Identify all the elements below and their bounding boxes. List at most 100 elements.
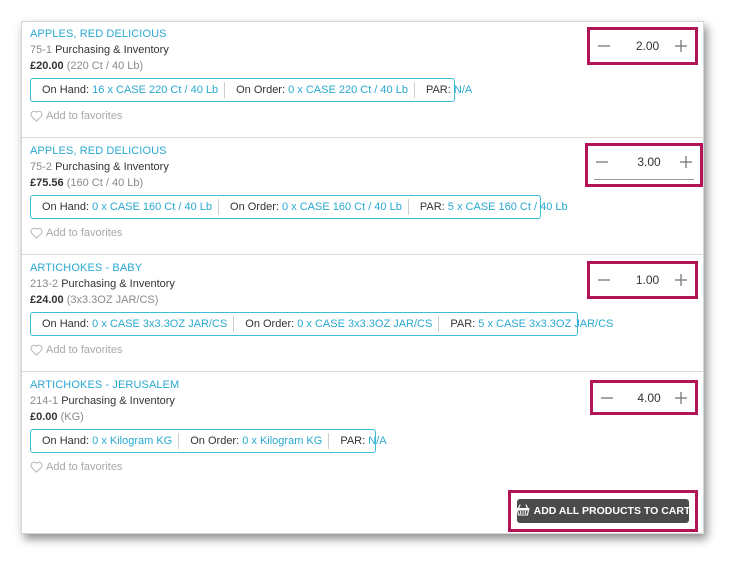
add-to-favorites-label: Add to favorites: [46, 110, 123, 122]
product-price-line: £0.00 (KG): [30, 411, 84, 423]
product-code: 213-2: [30, 278, 59, 290]
product-category: Purchasing & Inventory: [55, 161, 169, 173]
product-price: £75.56: [30, 177, 64, 189]
product-name-link[interactable]: ARTICHOKES - JERUSALEM: [30, 379, 179, 391]
on-order-label: On Order:: [190, 435, 240, 447]
product-price: £0.00: [30, 411, 58, 423]
minus-icon: [601, 396, 613, 399]
stock-info-box: On Hand: 0 x Kilogram KG On Order: 0 x K…: [30, 429, 387, 453]
product-row: APPLES, RED DELICIOUS 75-2 Purchasing & …: [22, 139, 703, 255]
quantity-stepper: 1.00: [587, 261, 698, 299]
quantity-input[interactable]: 1.00: [612, 273, 673, 287]
increment-button[interactable]: [678, 154, 694, 170]
product-category: Purchasing & Inventory: [61, 395, 175, 407]
increment-button[interactable]: [673, 38, 689, 54]
plus-icon: [675, 391, 687, 404]
par-info: PAR: N/A: [328, 433, 392, 449]
decrement-button[interactable]: [596, 38, 612, 54]
quantity-input[interactable]: 4.00: [615, 391, 673, 405]
on-hand-label: On Hand:: [42, 201, 90, 213]
product-price-line: £20.00 (220 Ct / 40 Lb): [30, 60, 143, 72]
on-hand-value: 0 x CASE 160 Ct / 40 Lb: [92, 201, 213, 213]
on-hand-label: On Hand:: [42, 435, 90, 447]
product-unit: (220 Ct / 40 Lb): [66, 60, 144, 72]
decrement-button[interactable]: [594, 154, 610, 170]
decrement-button[interactable]: [596, 272, 612, 288]
quantity-input-underline: [594, 179, 694, 180]
add-to-favorites-link[interactable]: Add to favorites: [30, 461, 122, 473]
par-label: PAR:: [419, 201, 445, 213]
decrement-button[interactable]: [599, 390, 615, 406]
increment-button[interactable]: [673, 390, 689, 406]
add-to-favorites-link[interactable]: Add to favorites: [30, 227, 122, 239]
product-unit: (3x3.3OZ JAR/CS): [66, 294, 159, 306]
quantity-stepper: 3.00: [585, 143, 703, 187]
heart-outline-icon: [30, 227, 43, 239]
increment-button[interactable]: [673, 272, 689, 288]
product-price-line: £24.00 (3x3.3OZ JAR/CS): [30, 294, 158, 306]
on-hand-value: 0 x Kilogram KG: [92, 435, 173, 447]
heart-outline-icon: [30, 110, 43, 122]
basket-icon: [516, 503, 530, 519]
product-code: 75-1: [30, 44, 53, 56]
add-to-favorites-label: Add to favorites: [46, 461, 123, 473]
on-hand-label: On Hand:: [42, 84, 90, 96]
par-value: N/A: [368, 435, 387, 447]
add-all-to-cart-highlight: ADD ALL PRODUCTS TO CART: [508, 490, 698, 532]
plus-icon: [675, 40, 687, 52]
on-order-value: 0 x CASE 160 Ct / 40 Lb: [281, 201, 402, 213]
par-info: PAR: 5 x CASE 160 Ct / 40 Lb: [407, 199, 574, 215]
product-category: Purchasing & Inventory: [55, 44, 169, 56]
par-value: 5 x CASE 3x3.3OZ JAR/CS: [478, 318, 614, 330]
product-code-line: 75-1 Purchasing & Inventory: [30, 44, 169, 56]
heart-outline-icon: [30, 344, 43, 356]
on-order-label: On Order:: [245, 318, 295, 330]
on-hand-info: On Hand: 0 x CASE 160 Ct / 40 Lb: [31, 199, 218, 215]
product-category: Purchasing & Inventory: [61, 278, 175, 290]
on-order-info: On Order: 0 x Kilogram KG: [178, 433, 328, 449]
on-order-info: On Order: 0 x CASE 3x3.3OZ JAR/CS: [233, 316, 438, 332]
stock-info-box: On Hand: 0 x CASE 160 Ct / 40 Lb On Orde…: [30, 195, 568, 219]
product-name-link[interactable]: APPLES, RED DELICIOUS: [30, 145, 167, 157]
par-value: 5 x CASE 160 Ct / 40 Lb: [447, 201, 568, 213]
product-code: 75-2: [30, 161, 53, 173]
product-price-line: £75.56 (160 Ct / 40 Lb): [30, 177, 143, 189]
product-name-link[interactable]: APPLES, RED DELICIOUS: [30, 28, 167, 40]
product-row: APPLES, RED DELICIOUS 75-1 Purchasing & …: [22, 22, 703, 138]
product-price: £24.00: [30, 294, 64, 306]
minus-icon: [598, 279, 610, 281]
add-to-favorites-link[interactable]: Add to favorites: [30, 110, 122, 122]
minus-icon: [598, 45, 610, 47]
minus-icon: [596, 161, 608, 163]
par-info: PAR: 5 x CASE 3x3.3OZ JAR/CS: [438, 316, 619, 332]
product-row: ARTICHOKES - JERUSALEM 214-1 Purchasing …: [22, 373, 703, 489]
par-label: PAR:: [425, 84, 451, 96]
product-price: £20.00: [30, 60, 64, 72]
stock-info-box: On Hand: 0 x CASE 3x3.3OZ JAR/CS On Orde…: [30, 312, 613, 336]
stock-info-box: On Hand: 16 x CASE 220 Ct / 40 Lb On Ord…: [30, 78, 472, 102]
add-all-to-cart-button[interactable]: ADD ALL PRODUCTS TO CART: [516, 499, 691, 523]
on-order-label: On Order:: [230, 201, 279, 213]
product-code-line: 75-2 Purchasing & Inventory: [30, 161, 169, 173]
product-list-panel: APPLES, RED DELICIOUS 75-1 Purchasing & …: [21, 21, 704, 534]
on-order-info: On Order: 0 x CASE 160 Ct / 40 Lb: [218, 199, 408, 215]
product-code: 214-1: [30, 395, 59, 407]
add-to-favorites-link[interactable]: Add to favorites: [30, 344, 122, 356]
product-row: ARTICHOKES - BABY 213-2 Purchasing & Inv…: [22, 256, 703, 372]
par-label: PAR:: [450, 318, 476, 330]
on-hand-info: On Hand: 0 x Kilogram KG: [31, 433, 178, 449]
on-hand-info: On Hand: 16 x CASE 220 Ct / 40 Lb: [31, 82, 224, 98]
on-order-info: On Order: 0 x CASE 220 Ct / 40 Lb: [224, 82, 414, 98]
quantity-input[interactable]: 2.00: [612, 39, 673, 53]
on-hand-info: On Hand: 0 x CASE 3x3.3OZ JAR/CS: [31, 316, 233, 332]
add-all-to-cart-label: ADD ALL PRODUCTS TO CART: [533, 505, 691, 517]
product-unit: (KG): [60, 411, 84, 423]
product-name-link[interactable]: ARTICHOKES - BABY: [30, 262, 142, 274]
on-order-value: 0 x CASE 220 Ct / 40 Lb: [288, 84, 408, 96]
on-order-value: 0 x Kilogram KG: [242, 435, 323, 447]
heart-outline-icon: [30, 461, 43, 473]
product-code-line: 214-1 Purchasing & Inventory: [30, 395, 175, 407]
product-code-line: 213-2 Purchasing & Inventory: [30, 278, 175, 290]
par-label: PAR:: [340, 435, 366, 447]
quantity-input[interactable]: 3.00: [610, 155, 678, 169]
